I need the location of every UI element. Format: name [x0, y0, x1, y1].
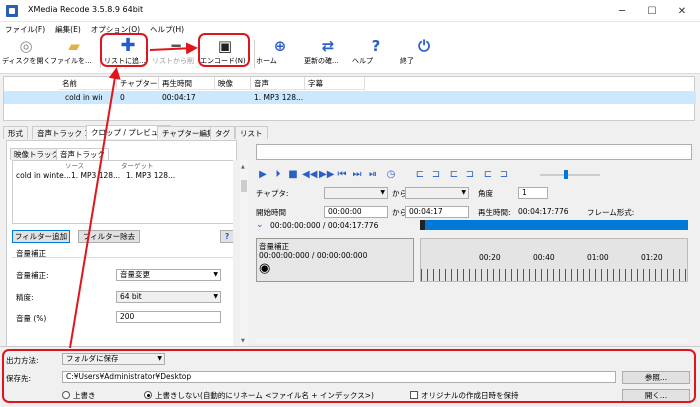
- arrow-add-to-encode: [149, 42, 198, 55]
- annotation-arrows: [69, 42, 198, 349]
- arrow-output-to-add: [69, 67, 121, 349]
